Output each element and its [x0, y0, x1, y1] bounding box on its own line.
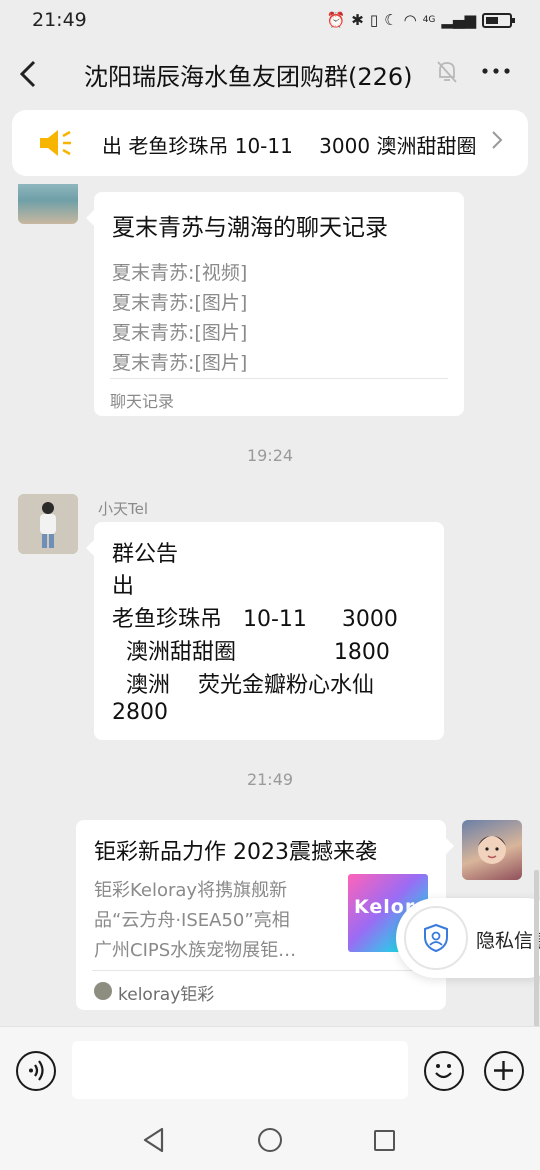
- vibrate-icon: ▯: [369, 11, 379, 29]
- nav-back-icon[interactable]: [142, 1126, 166, 1158]
- announcement-line: 澳洲 荧光金瓣粉心水仙: [112, 673, 374, 698]
- chat-title: 沈阳瑞辰海水鱼友团购群(226): [84, 63, 413, 91]
- scrollbar[interactable]: [534, 870, 539, 1028]
- link-card-description: 广州CIPS水族宠物展钜…: [94, 940, 297, 961]
- announcement-line: 老鱼珍珠吊 10-11 3000: [112, 607, 398, 632]
- chat-record-message[interactable]: 夏末青苏与潮海的聊天记录 夏末青苏:[视频] 夏末青苏:[图片] 夏末青苏:[图…: [86, 192, 464, 416]
- message-timestamp: 19:24: [246, 446, 294, 465]
- announcement-text: 出 老鱼珍珠吊 10-11 3000 澳洲甜甜圈: [102, 134, 477, 158]
- more-options-icon[interactable]: [480, 56, 512, 93]
- status-bar: 21:49 ⏰ ✱ ▯ ☾ ◠ 4G ▂▄▆: [0, 0, 540, 40]
- emoji-icon[interactable]: [424, 1051, 464, 1091]
- link-card-source: keloray钜彩: [118, 985, 215, 1005]
- divider: [92, 970, 430, 971]
- status-time: 21:49: [32, 9, 87, 31]
- chat-record-line: 夏末青苏:[视频]: [112, 262, 248, 284]
- bluetooth-icon: ✱: [351, 11, 364, 29]
- avatar[interactable]: [462, 820, 522, 880]
- avatar[interactable]: [18, 184, 78, 224]
- chat-record-line: 夏末青苏:[图片]: [112, 352, 248, 374]
- nav-home-icon[interactable]: [258, 1128, 282, 1152]
- status-icons: ⏰ ✱ ▯ ☾ ◠ 4G ▂▄▆: [326, 11, 515, 29]
- speaker-icon: [38, 128, 74, 158]
- message-input[interactable]: [72, 1041, 408, 1099]
- chat-record-title: 夏末青苏与潮海的聊天记录: [112, 215, 388, 241]
- signal-icon: ▂▄▆: [441, 11, 476, 29]
- link-card-description: 品“云方舟·ISEA50”亮相: [94, 910, 290, 931]
- do-not-disturb-icon: ☾: [384, 11, 398, 29]
- system-navigation-bar: [0, 1112, 540, 1170]
- plus-icon[interactable]: [484, 1051, 524, 1091]
- chat-record-label: 聊天记录: [110, 392, 175, 411]
- back-icon[interactable]: [16, 54, 46, 94]
- announcement-message[interactable]: 群公告 出 老鱼珍珠吊 10-11 3000 澳洲甜甜圈 1800 澳洲 荧光金…: [86, 522, 444, 740]
- privacy-label: 隐私信息: [476, 930, 540, 952]
- source-logo-icon: [94, 982, 112, 1000]
- nav-recent-apps-icon[interactable]: [374, 1130, 395, 1151]
- link-card-message[interactable]: 钜彩新品力作 2023震撼来袭 钜彩Keloray将携旗舰新 品“云方舟·ISE…: [76, 820, 454, 1010]
- chat-record-line: 夏末青苏:[图片]: [112, 322, 248, 344]
- chevron-right-icon: [490, 128, 504, 158]
- announcement-line: 2800: [112, 700, 168, 725]
- link-card-description: 钜彩Keloray将携旗舰新: [94, 880, 288, 901]
- network-label: 4G: [422, 15, 436, 25]
- group-announcement-bar[interactable]: 出 老鱼珍珠吊 10-11 3000 澳洲甜甜圈: [12, 110, 528, 176]
- chat-record-line: 夏末青苏:[图片]: [112, 292, 248, 314]
- privacy-floating-button[interactable]: 隐私信息: [396, 898, 540, 978]
- battery-icon: [482, 12, 515, 28]
- input-bar: [0, 1026, 540, 1112]
- avatar[interactable]: [18, 494, 78, 554]
- announcement-line: 出: [112, 574, 135, 599]
- announcement-line: 群公告: [112, 542, 179, 567]
- message-timestamp: 21:49: [246, 770, 294, 789]
- shield-user-icon: [404, 906, 468, 970]
- voice-input-button[interactable]: [16, 1051, 56, 1091]
- alarm-icon: ⏰: [326, 11, 346, 29]
- link-card-title: 钜彩新品力作 2023震撼来袭: [94, 840, 377, 865]
- divider: [110, 378, 448, 379]
- chat-header: 沈阳瑞辰海水鱼友团购群(226): [0, 44, 540, 104]
- announcement-line: 澳洲甜甜圈 1800: [112, 640, 390, 665]
- muted-bell-icon: [436, 60, 458, 84]
- wifi-icon: ◠: [403, 11, 417, 29]
- sender-name: 小天Tel: [98, 500, 149, 518]
